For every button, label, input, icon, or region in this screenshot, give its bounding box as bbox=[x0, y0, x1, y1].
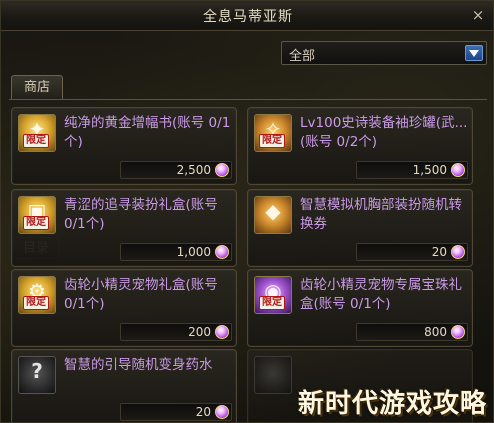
divider bbox=[9, 99, 487, 100]
limited-badge: 限定 bbox=[259, 134, 285, 148]
pet-box-icon[interactable]: ⚙ 限定 bbox=[18, 276, 56, 314]
limited-badge: 限定 bbox=[23, 134, 49, 148]
gift-box-icon[interactable]: ▣ 限定 bbox=[18, 196, 56, 234]
price-tag: 2,500 bbox=[120, 161, 232, 179]
empty-slot-icon bbox=[254, 356, 292, 394]
item-name: 齿轮小精灵宠物专属宝珠礼盒(账号 0/1个) bbox=[300, 277, 462, 312]
shop-item-card[interactable]: ◆ 智慧模拟机胸部装扮随机转换券 20 bbox=[247, 189, 473, 267]
coin-icon bbox=[215, 325, 229, 339]
chevron-down-icon[interactable] bbox=[465, 45, 483, 61]
price-tag: 800 bbox=[356, 323, 468, 341]
coin-icon bbox=[451, 325, 465, 339]
item-name: 智慧的引导随机变身药水 bbox=[64, 357, 213, 373]
item-price: 1,000 bbox=[176, 245, 211, 259]
tab-shop[interactable]: 商店 bbox=[11, 75, 63, 99]
epic-jar-icon[interactable]: ✧ 限定 bbox=[254, 114, 292, 152]
item-price: 20 bbox=[431, 245, 447, 259]
title-bar[interactable]: 全息马蒂亚斯 × bbox=[1, 1, 493, 31]
limited-badge: 限定 bbox=[23, 216, 49, 230]
coin-icon bbox=[451, 245, 465, 259]
orb-box-icon[interactable]: ◉ 限定 bbox=[254, 276, 292, 314]
window-title: 全息马蒂亚斯 bbox=[203, 9, 293, 25]
coin-icon bbox=[215, 405, 229, 419]
price-tag: 200 bbox=[120, 323, 232, 341]
limited-badge: 限定 bbox=[23, 296, 49, 310]
watermark-text: 新时代游戏攻略 bbox=[297, 389, 487, 419]
category-filter-select[interactable]: 全部 bbox=[281, 41, 487, 65]
close-button[interactable]: × bbox=[469, 6, 487, 24]
limited-badge: 限定 bbox=[259, 296, 285, 310]
gold-book-icon[interactable]: ✦ 限定 bbox=[18, 114, 56, 152]
shop-item-card[interactable]: ▣ 限定 青涩的追寻装扮礼盒(账号 0/1个) 1,000 bbox=[11, 189, 237, 267]
shop-item-card[interactable]: ⚙ 限定 齿轮小精灵宠物礼盒(账号 0/1个) 200 bbox=[11, 269, 237, 347]
shop-item-card[interactable]: ? 智慧的引导随机变身药水 20 bbox=[11, 349, 237, 422]
ticket-icon[interactable]: ◆ bbox=[254, 196, 292, 234]
item-name: 智慧模拟机胸部装扮随机转换券 bbox=[300, 197, 462, 232]
item-name: 齿轮小精灵宠物礼盒(账号 0/1个) bbox=[64, 277, 218, 312]
coin-icon bbox=[451, 163, 465, 177]
item-name: Lv100史诗装备袖珍罐(武...(账号 0/2个) bbox=[300, 115, 468, 150]
shop-item-card[interactable]: ◉ 限定 齿轮小精灵宠物专属宝珠礼盒(账号 0/1个) 800 bbox=[247, 269, 473, 347]
coin-icon bbox=[215, 245, 229, 259]
price-tag: 1,000 bbox=[120, 243, 232, 261]
price-tag: 20 bbox=[120, 403, 232, 421]
item-name: 纯净的黄金增幅书(账号 0/1个) bbox=[64, 115, 231, 150]
item-price: 200 bbox=[188, 325, 211, 339]
mystery-potion-icon[interactable]: ? bbox=[18, 356, 56, 394]
item-price: 2,500 bbox=[176, 163, 211, 177]
item-name: 青涩的追寻装扮礼盒(账号 0/1个) bbox=[64, 197, 218, 232]
coin-icon bbox=[215, 163, 229, 177]
item-price: 20 bbox=[195, 405, 211, 419]
shop-item-card[interactable]: ✦ 限定 纯净的黄金增幅书(账号 0/1个) 2,500 bbox=[11, 107, 237, 185]
price-tag: 1,500 bbox=[356, 161, 468, 179]
filter-value: 全部 bbox=[289, 49, 316, 64]
item-price: 800 bbox=[424, 325, 447, 339]
shop-item-card[interactable]: ✧ 限定 Lv100史诗装备袖珍罐(武...(账号 0/2个) 1,500 bbox=[247, 107, 473, 185]
price-tag: 20 bbox=[356, 243, 468, 261]
item-price: 1,500 bbox=[412, 163, 447, 177]
shop-window: 全息马蒂亚斯 × 全部 商店 目录 ✦ 限定 纯净的黄金增幅书(账号 0/1个)… bbox=[0, 0, 494, 423]
